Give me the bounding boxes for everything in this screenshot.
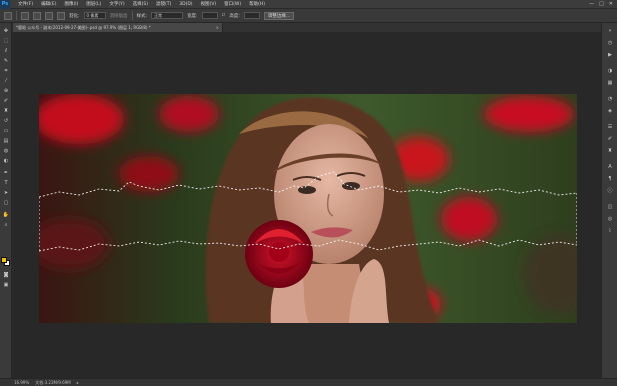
maximize-icon[interactable]: □ <box>599 1 604 7</box>
menu-type[interactable]: 文字(Y) <box>105 1 128 7</box>
canvas-image[interactable] <box>39 94 577 323</box>
portrait-photo <box>39 94 577 323</box>
zoom-icon[interactable]: ⌕ <box>2 221 10 228</box>
quick-mask-icon[interactable]: ◙ <box>2 271 10 278</box>
panel-dock: » ◷ ▶ ◑ ▦ ◔ ◈ ☰ ✐ ♜ A ¶ ⓘ ◫ ◎ ⌇ <box>601 23 617 378</box>
foreground-color-swatch[interactable] <box>1 257 7 263</box>
eraser-icon[interactable]: ▭ <box>2 127 10 134</box>
minimize-icon[interactable]: — <box>589 1 594 7</box>
style-select[interactable]: 正常 <box>151 12 184 19</box>
styles-icon[interactable]: ◈ <box>606 107 614 114</box>
brush-icon[interactable]: ✐ <box>2 97 10 104</box>
subtract-selection-icon[interactable] <box>45 11 53 20</box>
marquee-icon[interactable]: ⬚ <box>2 37 10 44</box>
shape-icon[interactable]: ▢ <box>2 199 10 206</box>
zoom-level[interactable]: 16.99% <box>14 380 29 385</box>
width-label: 宽度: <box>187 13 198 19</box>
clone-source-icon[interactable]: ♜ <box>606 147 614 154</box>
close-icon[interactable]: ✕ <box>609 1 613 7</box>
type-icon[interactable]: T <box>2 179 10 186</box>
swap-icon[interactable]: ⇄ <box>222 13 226 18</box>
photoshop-logo: Ps <box>0 0 10 9</box>
menu-image[interactable]: 图像(I) <box>60 1 82 7</box>
eyedropper-icon[interactable]: ⁄ <box>2 77 10 84</box>
width-input[interactable] <box>201 12 218 19</box>
pen-icon[interactable]: ✒ <box>2 169 10 176</box>
rose <box>245 220 313 288</box>
path-select-icon[interactable]: ➤ <box>2 189 10 196</box>
divider <box>16 11 17 20</box>
refine-edge-button[interactable]: 调整边缘... <box>263 11 295 20</box>
history-icon[interactable]: ◷ <box>606 39 614 46</box>
layers-icon[interactable]: ◫ <box>606 203 614 210</box>
feather-label: 羽化: <box>69 13 80 19</box>
height-input[interactable] <box>243 12 260 19</box>
character-icon[interactable]: A <box>606 163 614 170</box>
new-selection-icon[interactable] <box>21 11 29 20</box>
info-icon[interactable]: ⓘ <box>606 187 614 194</box>
style-label: 样式: <box>136 13 148 19</box>
collapse-icon[interactable]: » <box>606 27 614 34</box>
menu-select[interactable]: 选择(S) <box>129 1 152 7</box>
stamp-icon[interactable]: ♜ <box>2 107 10 114</box>
add-selection-icon[interactable] <box>33 11 41 20</box>
window-controls: — □ ✕ <box>589 1 617 7</box>
menu-help[interactable]: 帮助(H) <box>245 1 269 7</box>
healing-icon[interactable]: ⊕ <box>2 87 10 94</box>
document-size: 文档:3.23M/9.69M <box>35 379 71 385</box>
divider <box>131 11 133 20</box>
history-brush-icon[interactable]: ↺ <box>2 117 10 124</box>
menu-file[interactable]: 文件(F) <box>14 1 37 7</box>
feather-input[interactable]: 0 像素 <box>83 12 106 19</box>
menu-layer[interactable]: 图层(L) <box>82 1 105 7</box>
lasso-icon[interactable]: ℓ <box>2 47 10 54</box>
menu-filter[interactable]: 滤镜(T) <box>152 1 175 7</box>
document-tab[interactable]: *鹿晗 公众号 - 副本(2012-09-27-美图)-.psd @ 97.9%… <box>13 23 223 32</box>
options-bar: 羽化: 0 像素 消除锯齿 样式: 正常 宽度: ⇄ 高度: 调整边缘... <box>0 9 617 23</box>
actions-icon[interactable]: ▶ <box>606 51 614 58</box>
menu-3d[interactable]: 3D(D) <box>175 2 196 7</box>
properties-icon[interactable]: ☰ <box>606 123 614 130</box>
color-icon[interactable]: ◑ <box>606 67 614 74</box>
gradient-icon[interactable]: ▤ <box>2 137 10 144</box>
close-tab-icon[interactable]: × <box>216 25 219 30</box>
tab-strip <box>223 23 601 32</box>
menu-edit[interactable]: 编辑(E) <box>37 1 60 7</box>
intersect-selection-icon[interactable] <box>57 11 65 20</box>
move-icon[interactable]: ✥ <box>2 27 10 34</box>
crop-icon[interactable]: ⌗ <box>2 67 10 74</box>
marquee-tool-preset-icon[interactable] <box>4 11 12 20</box>
menu-view[interactable]: 视图(V) <box>197 1 221 7</box>
status-menu-icon[interactable]: ▸ <box>77 380 79 385</box>
blur-icon[interactable]: ◍ <box>2 147 10 154</box>
menu-window[interactable]: 窗口(W) <box>220 1 245 7</box>
swatches-icon[interactable]: ▦ <box>606 79 614 86</box>
menu-bar: Ps 文件(F) 编辑(E) 图像(I) 图层(L) 文字(Y) 选择(S) 滤… <box>0 0 617 9</box>
adjustments-icon[interactable]: ◔ <box>606 95 614 102</box>
tools-panel: ✥ ⬚ ℓ ✎ ⌗ ⁄ ⊕ ✐ ♜ ↺ ▭ ▤ ◍ ◐ ✒ T ➤ ▢ ✋ ⌕ … <box>0 23 12 378</box>
antialias-checkbox[interactable]: 消除锯齿 <box>110 13 128 19</box>
hand-icon[interactable]: ✋ <box>2 211 10 218</box>
screen-mode-icon[interactable]: ▣ <box>2 281 10 288</box>
paragraph-icon[interactable]: ¶ <box>606 175 614 182</box>
status-bar: 16.99% 文档:3.23M/9.69M ▸ <box>0 378 617 386</box>
paths-icon[interactable]: ⌇ <box>606 227 614 234</box>
quick-select-icon[interactable]: ✎ <box>2 57 10 64</box>
channels-icon[interactable]: ◎ <box>606 215 614 222</box>
document-title: *鹿晗 公众号 - 副本(2012-09-27-美图)-.psd @ 97.9%… <box>16 24 151 30</box>
brush-panel-icon[interactable]: ✐ <box>606 135 614 142</box>
height-label: 高度: <box>229 13 240 19</box>
dodge-icon[interactable]: ◐ <box>2 157 10 164</box>
